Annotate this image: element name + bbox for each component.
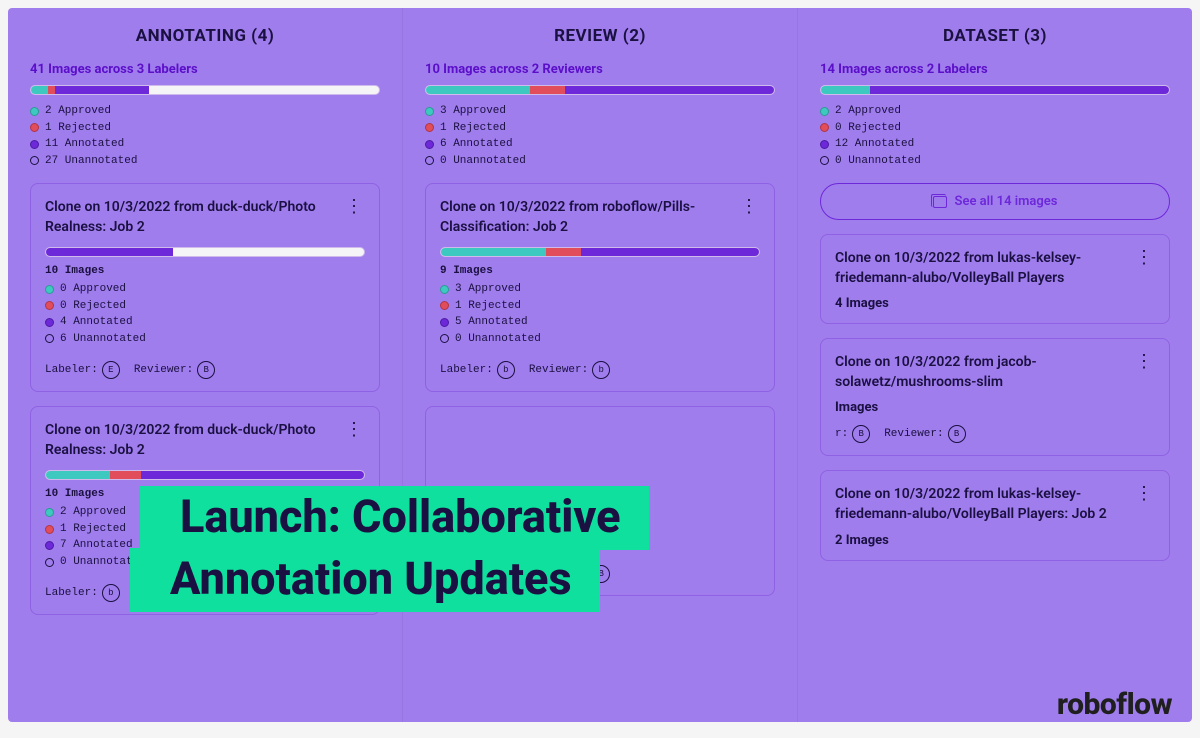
- card-title: Clone on 10/3/2022 from roboflow/Pills-C…: [440, 198, 732, 237]
- job-card[interactable]: Clone on 10/3/2022 from duck-duck/Photo …: [30, 183, 380, 392]
- dot-approved-icon: [30, 107, 39, 116]
- legend: 3 Approved 1 Rejected 5 Annotated 0 Unan…: [440, 281, 760, 347]
- column-title: DATASET (3): [820, 26, 1170, 46]
- kanban-board: ANNOTATING (4) 41 Images across 3 Labele…: [8, 8, 1192, 722]
- card-title: Clone on 10/3/2022 from duck-duck/Photo …: [45, 198, 337, 237]
- images-count: 10 Images: [45, 488, 365, 500]
- card-title: Clone on 10/3/2022 from duck-duck/Photo …: [45, 421, 337, 460]
- see-all-button[interactable]: See all 14 images: [820, 183, 1170, 220]
- progress-bar: [440, 247, 760, 257]
- roles-row: Labeler:E Reviewer:B: [45, 361, 365, 379]
- images-count: 2 Images: [835, 533, 1155, 548]
- images-icon: [933, 196, 947, 208]
- avatar[interactable]: b: [497, 361, 515, 379]
- card-title: Clone on 10/3/2022 from lukas-kelsey-fri…: [835, 249, 1127, 288]
- more-icon[interactable]: ⋮: [738, 198, 760, 216]
- images-count: 9 Images: [440, 265, 760, 277]
- column-summary: 14 Images across 2 Labelers: [820, 62, 1170, 77]
- progress-bar: [45, 470, 365, 480]
- legend: 2 Approved 0 Rejected 12 Annotated 0 Una…: [820, 103, 1170, 169]
- avatar[interactable]: B: [592, 565, 610, 583]
- progress-bar: [425, 85, 775, 95]
- progress-bar: [45, 247, 365, 257]
- more-icon[interactable]: ⋮: [1133, 353, 1155, 371]
- dataset-card[interactable]: Clone on 10/3/2022 from lukas-kelsey-fri…: [820, 234, 1170, 324]
- job-card[interactable]: Clone on 10/3/2022 from duck-duck/Photo …: [30, 406, 380, 615]
- avatar[interactable]: E: [497, 565, 515, 583]
- more-icon[interactable]: ⋮: [343, 198, 365, 216]
- job-card[interactable]: Clone on 10/3/2022 from roboflow/Pills-C…: [425, 183, 775, 392]
- avatar[interactable]: b: [592, 361, 610, 379]
- roles-row: Labeler:b Reviewer:B: [45, 584, 365, 602]
- roles-row: Labeler:E Reviewer:B: [440, 565, 610, 583]
- column-summary: 10 Images across 2 Reviewers: [425, 62, 775, 77]
- avatar[interactable]: B: [852, 425, 870, 443]
- images-count: 10 Images: [45, 265, 365, 277]
- dataset-card[interactable]: Clone on 10/3/2022 from lukas-kelsey-fri…: [820, 470, 1170, 560]
- card-title: Clone on 10/3/2022 from jacob-solawetz/m…: [835, 353, 1127, 392]
- legend: 2 Approved 1 Rejected 11 Annotated 27 Un…: [30, 103, 380, 169]
- images-count: Images: [835, 400, 1155, 415]
- progress-bar: [30, 85, 380, 95]
- avatar[interactable]: B: [948, 425, 966, 443]
- brand-logo: roboflow: [1057, 687, 1172, 722]
- roles-row: r:B Reviewer:B: [835, 425, 1155, 443]
- legend: 3 Approved 1 Rejected 6 Annotated 0 Unan…: [425, 103, 775, 169]
- images-count: 4 Images: [835, 296, 1155, 311]
- avatar[interactable]: b: [102, 584, 120, 602]
- legend: 2 Approved 1 Rejected 7 Annotated 0 Unan…: [45, 504, 365, 570]
- column-dataset: DATASET (3) 14 Images across 2 Labelers …: [798, 8, 1192, 722]
- dot-rejected-icon: [30, 123, 39, 132]
- progress-bar: [820, 85, 1170, 95]
- column-summary: 41 Images across 3 Labelers: [30, 62, 380, 77]
- roles-row: Labeler:b Reviewer:b: [440, 361, 760, 379]
- dot-annotated-icon: [30, 140, 39, 149]
- more-icon[interactable]: ⋮: [1133, 485, 1155, 503]
- avatar[interactable]: B: [197, 361, 215, 379]
- card-title: Clone on 10/3/2022 from lukas-kelsey-fri…: [835, 485, 1127, 524]
- more-icon[interactable]: ⋮: [1133, 249, 1155, 267]
- dot-unannotated-icon: [30, 156, 39, 165]
- column-title: REVIEW (2): [425, 26, 775, 46]
- avatar[interactable]: B: [197, 584, 215, 602]
- legend: 0 Approved 0 Rejected 4 Annotated 6 Unan…: [45, 281, 365, 347]
- column-review: REVIEW (2) 10 Images across 2 Reviewers …: [403, 8, 798, 722]
- more-icon[interactable]: ⋮: [343, 421, 365, 439]
- column-annotating: ANNOTATING (4) 41 Images across 3 Labele…: [8, 8, 403, 722]
- column-title: ANNOTATING (4): [30, 26, 380, 46]
- avatar[interactable]: E: [102, 361, 120, 379]
- job-card[interactable]: Labeler:E Reviewer:B: [425, 406, 775, 596]
- dataset-card[interactable]: Clone on 10/3/2022 from jacob-solawetz/m…: [820, 338, 1170, 456]
